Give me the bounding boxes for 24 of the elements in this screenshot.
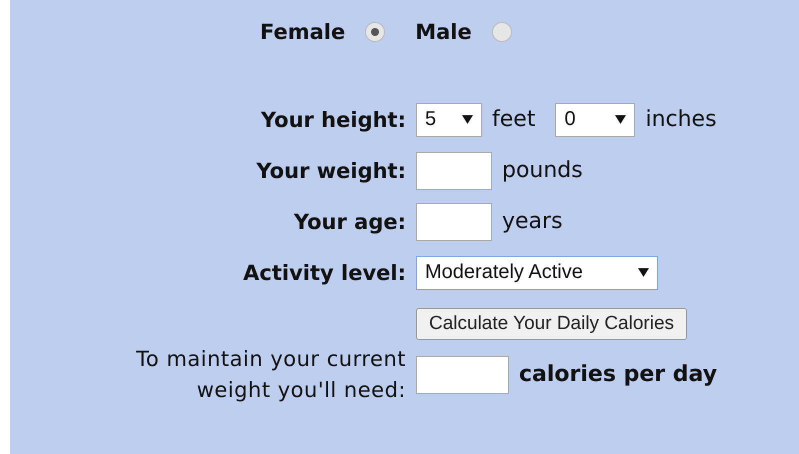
field-label: Your age: (292, 210, 406, 234)
result-label: To maintain your current weight you'll need: (135, 346, 406, 404)
dropdown[interactable]: 0 (555, 102, 636, 136)
input-field[interactable] (416, 202, 492, 240)
calculate-button[interactable]: Calculate Your Daily Calories (416, 308, 688, 340)
caret-icon (638, 267, 649, 278)
result-field[interactable] (416, 356, 509, 394)
unit-label: feet (492, 107, 536, 132)
gender-label: Female (260, 20, 346, 44)
radio-button[interactable] (492, 22, 512, 42)
unit-label: years (502, 209, 563, 234)
unit-label: calories per day (519, 362, 718, 387)
field-label: Your weight: (255, 158, 406, 182)
caret-icon (462, 114, 473, 125)
field-label: Activity level: (242, 260, 406, 284)
caret-icon (615, 114, 626, 125)
dropdown[interactable]: 5 (416, 102, 482, 136)
radio-button[interactable] (365, 22, 386, 42)
gender-label: Male (415, 20, 472, 44)
unit-label: pounds (502, 158, 583, 183)
input-field[interactable] (416, 152, 492, 190)
dropdown[interactable]: Moderately Active (416, 256, 658, 290)
unit-label: inches (645, 107, 717, 132)
field-label: Your height: (260, 108, 406, 132)
